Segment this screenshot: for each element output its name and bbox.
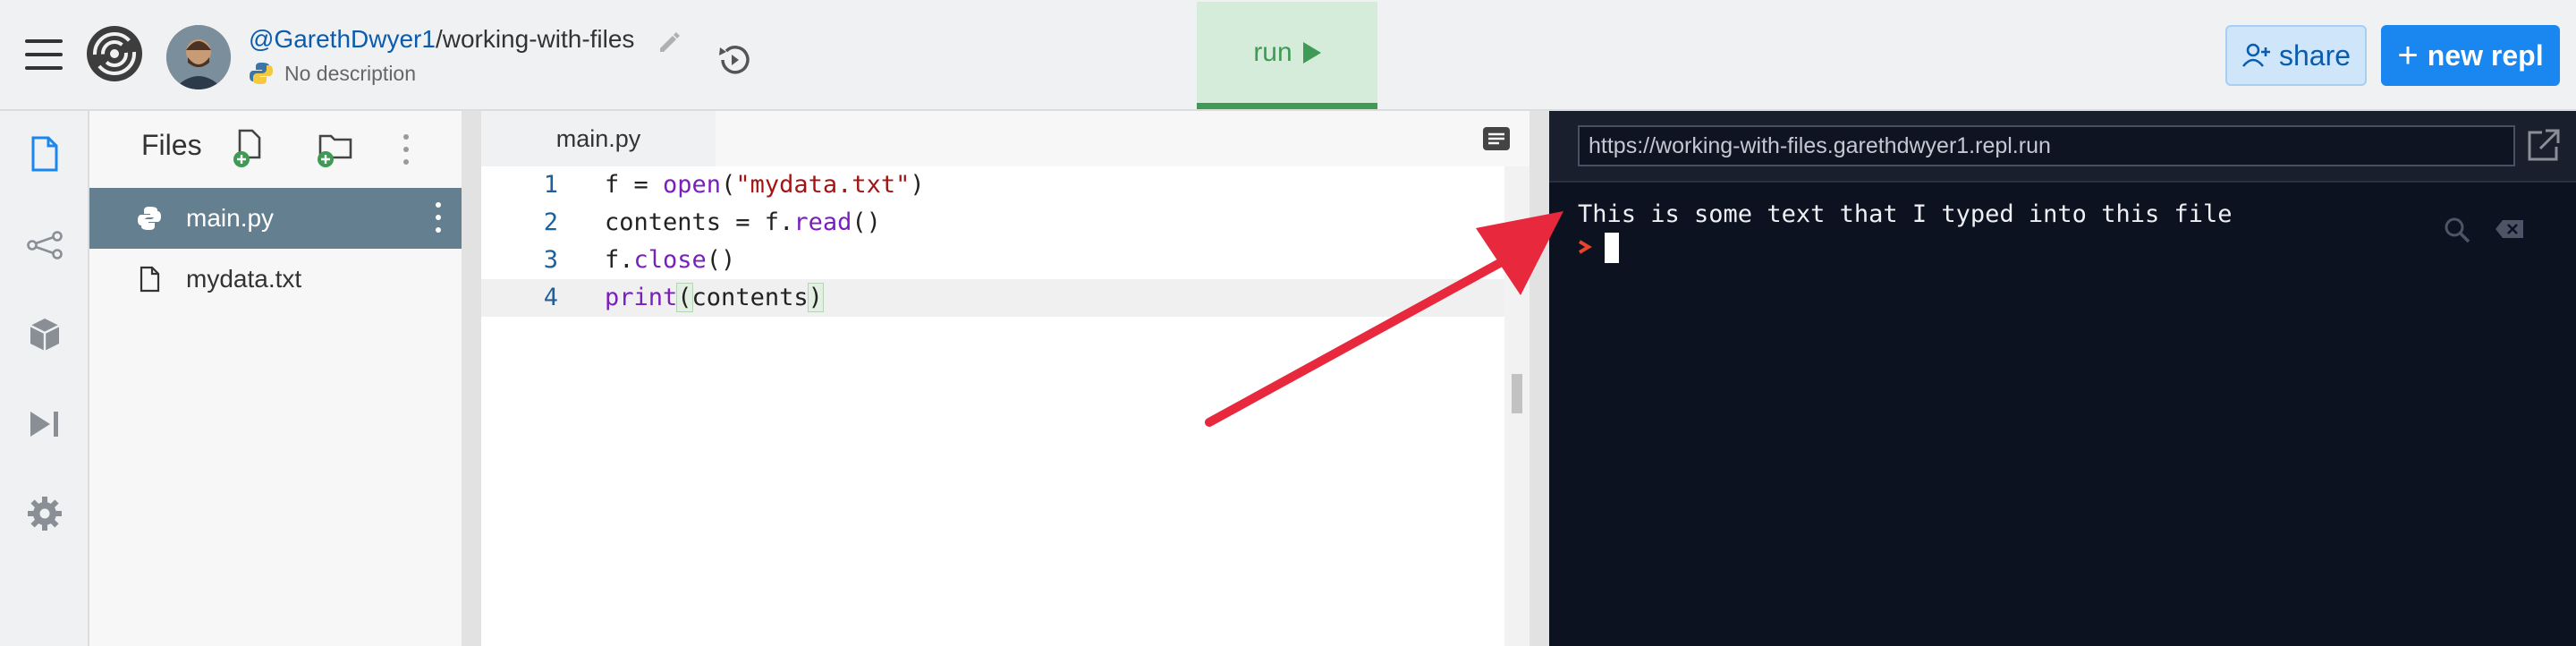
code-line-current: 4 print(contents) [481,279,1504,317]
editor-tab-bar: main.py [481,111,1530,166]
replit-logo[interactable] [84,23,145,84]
file-name: mydata.txt [186,265,302,293]
files-panel-title: Files [141,129,202,161]
run-button[interactable]: run [1197,2,1377,109]
code-text: print(contents) [605,283,824,312]
code-text: contents = f.read() [605,208,881,236]
pencil-icon[interactable] [655,27,683,55]
new-repl-label: new repl [2427,38,2544,72]
new-repl-button[interactable]: + new repl [2381,25,2560,86]
left-sidebar [0,111,89,646]
repl-title: @GarethDwyer1/working-with-files [249,25,634,54]
repl-description[interactable]: No description [284,62,416,86]
files-more-icon[interactable] [402,134,410,166]
code-text: f = open("mydata.txt") [605,171,925,199]
file-item-main-py[interactable]: main.py [89,188,462,249]
avatar[interactable] [166,25,231,89]
repl-name: working-with-files [442,25,635,53]
code-text: f.close() [605,246,736,274]
python-icon [138,207,161,230]
plus-icon: + [2397,36,2419,75]
code-line: 3 f.close() [481,242,1504,279]
webview-url-input[interactable]: https://working-with-files.garethdwyer1.… [1578,125,2515,166]
top-bar: @GarethDwyer1/working-with-files No desc… [0,0,2576,111]
username-link[interactable]: @GarethDwyer1 [249,25,436,53]
run-label: run [1253,37,1292,67]
settings-gear-icon[interactable] [25,494,64,533]
file-item-mydata-txt[interactable]: mydata.txt [89,249,462,310]
search-icon[interactable] [2442,215,2472,245]
file-name: main.py [186,204,275,232]
package-icon[interactable] [25,315,64,354]
path-separator: / [435,25,443,53]
file-icon [140,266,160,293]
code-area[interactable]: 1 f = open("mydata.txt") 2 contents = f.… [481,166,1504,317]
panel-resizer[interactable] [1530,111,1549,646]
files-panel: Files main.py mydata.txt [89,111,462,646]
format-icon[interactable] [1481,125,1512,152]
share-label: share [2278,38,2351,72]
new-folder-icon[interactable] [315,127,354,170]
console-output-text: This is some text that I typed into this… [1578,200,2233,228]
repl-description-row: No description [249,59,416,88]
python-icon [250,63,273,84]
history-icon[interactable] [714,39,755,81]
line-number: 1 [543,171,558,199]
webview-url-bar: https://working-with-files.garethdwyer1.… [1549,111,2576,183]
code-editor[interactable]: main.py 1 f = open("mydata.txt") 2 conte… [481,111,1530,646]
clear-icon[interactable] [2494,217,2526,242]
files-panel-resizer[interactable] [462,111,481,646]
play-icon [1302,41,1321,64]
debugger-icon[interactable] [25,404,64,444]
scrollbar-thumb[interactable] [1512,374,1522,413]
output-console[interactable]: https://working-with-files.garethdwyer1.… [1549,111,2576,646]
files-icon[interactable] [25,134,64,174]
line-number: 2 [543,208,558,236]
open-external-icon[interactable] [2524,127,2562,165]
share-network-icon[interactable] [25,225,64,265]
line-number: 4 [543,284,558,311]
prompt-chevron-icon [1578,240,1592,254]
code-line: 1 f = open("mydata.txt") [481,166,1504,204]
editor-scrollbar[interactable] [1504,166,1530,646]
line-number: 3 [543,246,558,274]
share-button[interactable]: share [2225,25,2367,86]
code-line: 2 contents = f.read() [481,204,1504,242]
user-plus-icon [2241,43,2270,67]
file-more-icon[interactable] [435,202,442,234]
new-file-icon[interactable] [231,127,270,170]
tab-main-py[interactable]: main.py [481,111,716,166]
menu-icon[interactable] [25,39,63,70]
console-cursor[interactable] [1605,233,1619,263]
